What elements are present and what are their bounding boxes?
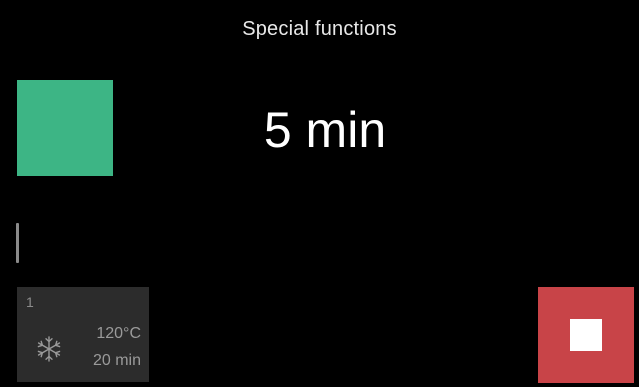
program-temperature: 120°C [96,325,141,342]
program-card[interactable]: 1 120°C 20 min [17,287,149,382]
page-title: Special functions [242,18,397,40]
stop-button[interactable] [538,287,634,383]
program-duration: 20 min [92,352,141,369]
function-tile[interactable] [17,80,113,176]
stop-icon [570,319,602,351]
time-display: 5 min [263,102,387,158]
program-number: 1 [26,294,34,310]
scroll-indicator [16,223,19,263]
snowflake-icon [37,336,61,362]
